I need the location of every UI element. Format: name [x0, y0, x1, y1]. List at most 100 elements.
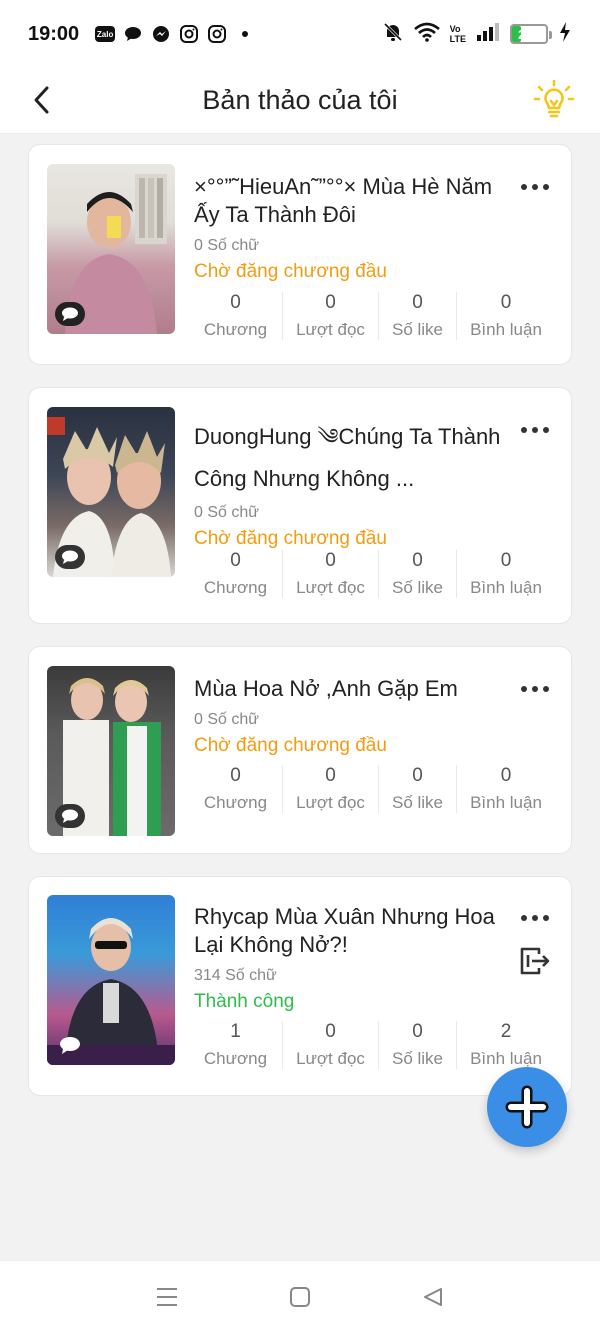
stat-value: 0	[325, 765, 336, 786]
stat-label: Bình luận	[470, 320, 542, 339]
recents-button[interactable]	[147, 1277, 187, 1317]
stat-label: Lượt đọc	[296, 320, 365, 339]
export-button[interactable]	[517, 943, 553, 979]
cover-image	[47, 895, 175, 1065]
stat-chapters: 0 Chương	[189, 550, 283, 598]
draft-card[interactable]: Mùa Hoa Nở ,Anh Gặp Em 0 Số chữ Chờ đăng…	[28, 646, 572, 854]
stat-value: 0	[412, 1021, 423, 1042]
more-horizontal-icon	[521, 915, 549, 921]
app-bar: Bản thảo của tôi	[0, 68, 600, 134]
comment-bubble-icon	[55, 1033, 85, 1057]
draft-info: Mùa Hoa Nở ,Anh Gặp Em 0 Số chữ Chờ đăng…	[194, 675, 511, 757]
stat-value: 2	[500, 1021, 512, 1042]
draft-title: Mùa Hoa Nở ,Anh Gặp Em	[194, 676, 458, 701]
stat-comments: 0 Bình luận	[457, 550, 555, 598]
stat-likes: 0 Số like	[379, 292, 457, 340]
draft-card[interactable]: DuongHung ༄Chúng Ta Thành Công Nhưng Khô…	[28, 387, 572, 624]
stat-value: 0	[325, 292, 336, 313]
back-triangle-icon	[424, 1288, 443, 1306]
chevron-left-icon	[34, 86, 49, 114]
draft-title: DuongHung ༄Chúng Ta Thành Công Nhưng Khô…	[194, 424, 501, 491]
draft-card[interactable]: Rhycap Mùa Xuân Nhưng Hoa Lại Không Nở?!…	[28, 876, 572, 1096]
draft-status: Chờ đăng chương đầu	[194, 261, 387, 282]
more-horizontal-icon	[521, 427, 549, 433]
stat-label: Chương	[203, 1049, 268, 1068]
draft-status: Chờ đăng chương đầu	[194, 735, 387, 756]
stat-label: Chương	[203, 578, 268, 597]
stat-comments: 0 Bình luận	[457, 765, 555, 813]
stat-label: Bình luận	[470, 1049, 542, 1068]
draft-info: Rhycap Mùa Xuân Nhưng Hoa Lại Không Nở?!…	[194, 903, 511, 1013]
stat-label: Số like	[391, 320, 444, 339]
cover-image	[47, 164, 175, 334]
draft-stats: 0 Chương 0 Lượt đọc 0 Số like 0 Bình luận	[189, 550, 555, 598]
stat-value: 0	[412, 765, 423, 786]
signal-icon	[476, 22, 500, 47]
page-title: Bản thảo của tôi	[202, 85, 398, 115]
stat-label: Bình luận	[470, 793, 542, 812]
draft-info: DuongHung ༄Chúng Ta Thành Công Nhưng Khô…	[194, 416, 511, 550]
draft-list: ×°°”˜HieuAn˜”°°× Mùa Hè Năm Ấy Ta Thành …	[28, 144, 572, 1118]
charging-icon	[558, 21, 572, 48]
stat-label: Số like	[391, 1049, 444, 1068]
notification-icons: Zalo	[95, 24, 255, 44]
bell-off-icon	[382, 21, 404, 48]
stat-reads: 0 Lượt đọc	[283, 292, 379, 340]
home-button[interactable]	[280, 1277, 320, 1317]
dot-icon	[235, 24, 255, 44]
add-draft-button[interactable]	[487, 1067, 567, 1147]
wifi-icon	[413, 22, 440, 47]
tips-button[interactable]	[530, 76, 578, 124]
more-options-button[interactable]	[517, 418, 553, 442]
stat-reads: 0 Lượt đọc	[283, 1021, 379, 1069]
lightbulb-icon	[533, 79, 575, 118]
chat-bubble-icon	[123, 24, 143, 44]
stat-comments: 2 Bình luận	[457, 1021, 555, 1069]
back-button[interactable]	[20, 78, 64, 122]
zalo-icon: Zalo	[95, 26, 116, 42]
comment-bubble-icon	[55, 545, 85, 569]
more-horizontal-icon	[521, 686, 549, 692]
stat-value: 0	[500, 765, 512, 786]
draft-title: ×°°”˜HieuAn˜”°°× Mùa Hè Năm Ấy Ta Thành …	[194, 174, 493, 227]
more-options-button[interactable]	[517, 906, 553, 930]
stat-comments: 0 Bình luận	[457, 292, 555, 340]
system-nav-bar	[0, 1260, 600, 1333]
stat-reads: 0 Lượt đọc	[283, 765, 379, 813]
stat-value: 0	[412, 550, 423, 571]
battery-level: 25	[518, 26, 533, 42]
stat-value: 0	[500, 292, 512, 313]
stat-value: 1	[230, 1021, 241, 1042]
export-icon	[520, 947, 550, 975]
draft-stats: 1 Chương 0 Lượt đọc 0 Số like 2 Bình luận	[189, 1021, 555, 1069]
stat-likes: 0 Số like	[379, 1021, 457, 1069]
draft-status: Thành công	[194, 991, 295, 1012]
stat-value: 0	[500, 550, 512, 571]
draft-title: Rhycap Mùa Xuân Nhưng Hoa Lại Không Nở?!	[194, 904, 495, 957]
stat-label: Số like	[391, 793, 444, 812]
stat-chapters: 0 Chương	[189, 292, 283, 340]
more-options-button[interactable]	[517, 677, 553, 701]
menu-icon	[156, 1288, 177, 1306]
stat-value: 0	[230, 765, 241, 786]
instagram-icon	[207, 24, 227, 44]
status-time: 19:00	[28, 22, 80, 45]
system-back-button[interactable]	[413, 1277, 453, 1317]
stat-value: 0	[325, 1021, 336, 1042]
word-count: 0 Số chữ	[194, 711, 259, 728]
word-count: 0 Số chữ	[194, 237, 259, 254]
stat-value: 0	[325, 550, 336, 571]
stat-label: Bình luận	[470, 578, 542, 597]
volte-icon: Vo LTE	[450, 24, 466, 44]
draft-card[interactable]: ×°°”˜HieuAn˜”°°× Mùa Hè Năm Ấy Ta Thành …	[28, 144, 572, 365]
cover-image	[47, 407, 175, 577]
more-horizontal-icon	[521, 184, 549, 190]
comment-bubble-icon	[55, 804, 85, 828]
battery-icon: 25	[510, 24, 552, 44]
draft-stats: 0 Chương 0 Lượt đọc 0 Số like 0 Bình luận	[189, 765, 555, 813]
more-options-button[interactable]	[517, 175, 553, 199]
draft-info: ×°°”˜HieuAn˜”°°× Mùa Hè Năm Ấy Ta Thành …	[194, 173, 511, 283]
stat-chapters: 0 Chương	[189, 765, 283, 813]
stat-label: Chương	[203, 793, 268, 812]
volte-top-label: Vo	[449, 24, 461, 34]
